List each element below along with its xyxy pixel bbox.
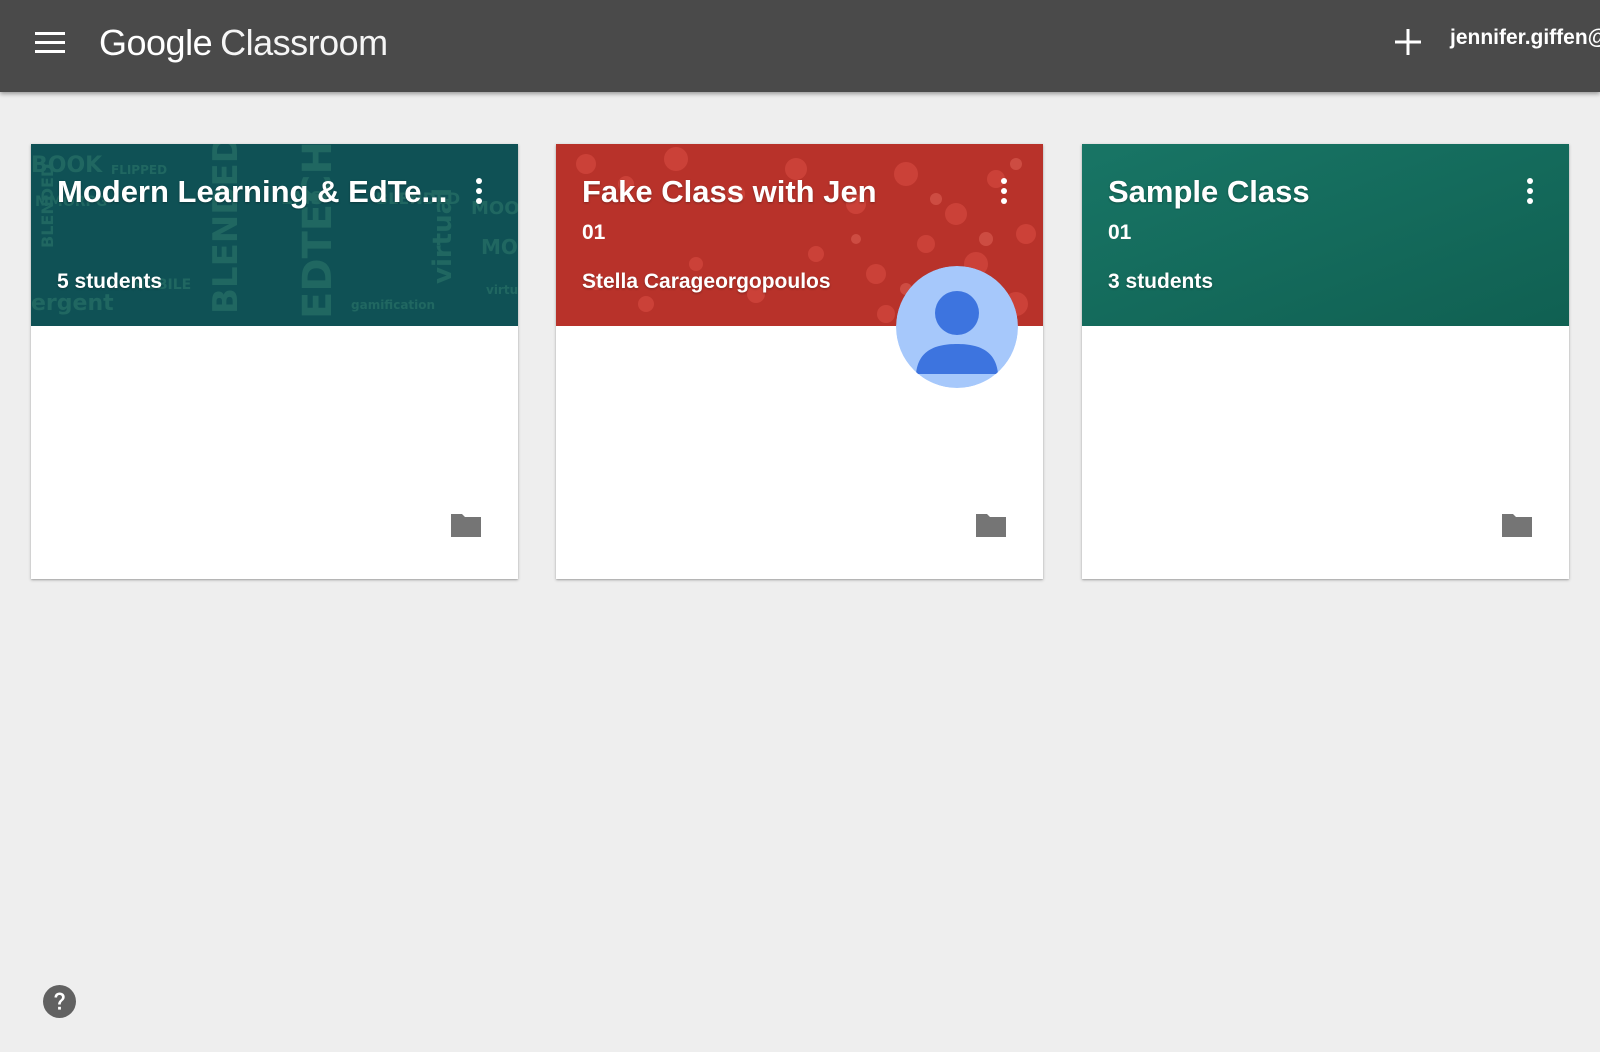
class-options-button[interactable] (1516, 174, 1544, 210)
more-vert-icon-dot (1527, 188, 1533, 194)
create-or-join-class-button[interactable] (1386, 20, 1430, 64)
more-vert-icon (476, 178, 482, 184)
help-button[interactable] (43, 985, 76, 1018)
more-vert-icon (1527, 178, 1533, 184)
hamburger-menu-icon-bar (35, 41, 65, 44)
class-options-button[interactable] (465, 174, 493, 210)
hamburger-menu-icon-bar (35, 50, 65, 53)
class-title[interactable]: Sample Class (1108, 174, 1508, 210)
more-vert-icon-dot (476, 188, 482, 194)
class-card-sample-class[interactable]: Sample Class 01 3 students (1082, 144, 1569, 579)
class-title[interactable]: Modern Learning & EdTe... (57, 174, 457, 210)
folder-icon (451, 514, 481, 537)
svg-text:EDTECH: EDTECH (295, 144, 341, 319)
more-vert-icon-dot (1001, 198, 1007, 204)
class-student-count[interactable]: 3 students (1108, 270, 1213, 294)
main-menu-button[interactable] (30, 22, 70, 62)
more-vert-icon-dot (1001, 188, 1007, 194)
class-drive-folder-button[interactable] (1500, 511, 1534, 539)
app-bar: Google Classroom jennifer.giffen@ (0, 0, 1600, 92)
chalkboard-banner (1082, 144, 1569, 326)
svg-text:ergent: ergent (31, 291, 114, 316)
class-card-modern-learning[interactable]: BOOK MMORPG BLENDED ergent FLIPPED MOBIL… (31, 144, 518, 579)
class-title[interactable]: Fake Class with Jen (582, 174, 982, 210)
word-cloud-banner: BOOK MMORPG BLENDED ergent FLIPPED MOBIL… (31, 144, 518, 319)
class-section: 01 (582, 221, 606, 244)
account-name[interactable]: jennifer.giffen@ (1450, 26, 1600, 56)
class-teacher-name[interactable]: Stella Carageorgopoulos (582, 270, 831, 294)
class-card-fake-class[interactable]: Fake Class with Jen 01 Stella Carageorgo… (556, 144, 1043, 579)
folder-icon (1502, 514, 1532, 537)
class-student-count[interactable]: 5 students (57, 270, 162, 294)
hamburger-menu-icon (35, 32, 65, 35)
class-options-button[interactable] (990, 174, 1018, 210)
folder-icon (976, 514, 1006, 537)
brand-google: Google (99, 22, 213, 63)
class-card-header[interactable]: Sample Class 01 3 students (1082, 144, 1569, 326)
svg-text:BLENDED: BLENDED (38, 164, 57, 248)
brand-product: Classroom (220, 22, 388, 63)
class-card-header[interactable]: BOOK MMORPG BLENDED ergent FLIPPED MOBIL… (31, 144, 518, 326)
person-icon (896, 266, 1018, 388)
svg-text:gamification: gamification (351, 298, 435, 312)
svg-text:virtu: virtu (486, 283, 518, 297)
svg-text:MOE: MOE (481, 235, 518, 259)
svg-text:BLENDED: BLENDED (206, 144, 246, 314)
class-drive-folder-button[interactable] (974, 511, 1008, 539)
help-icon (43, 985, 76, 1018)
plus-icon (1395, 29, 1421, 55)
class-section: 01 (1108, 221, 1132, 244)
app-logo[interactable]: Google Classroom (99, 18, 388, 68)
more-vert-icon-dot (476, 198, 482, 204)
teacher-avatar (896, 266, 1018, 388)
class-drive-folder-button[interactable] (449, 511, 483, 539)
more-vert-icon (1001, 178, 1007, 184)
more-vert-icon-dot (1527, 198, 1533, 204)
